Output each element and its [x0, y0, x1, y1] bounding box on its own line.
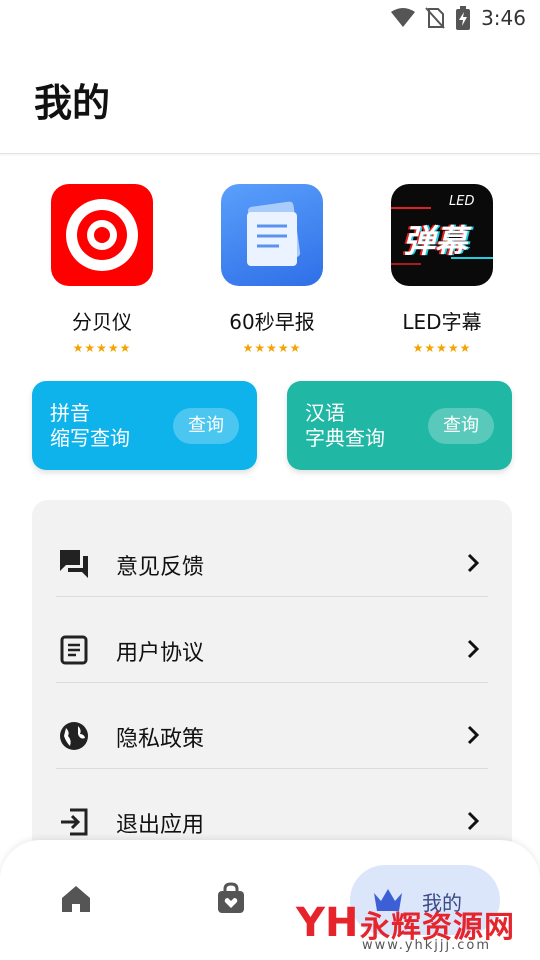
rating-stars: ★★★★★ — [242, 341, 302, 355]
app-name: 60秒早报 — [229, 310, 315, 334]
icon-text-main: 弹幕 — [403, 222, 468, 260]
globe-icon — [60, 722, 88, 750]
query-button[interactable]: 查询 — [173, 408, 239, 444]
menu-label: 意见反馈 — [116, 555, 205, 580]
status-bar: 3:46 — [0, 0, 540, 36]
menu-label: 退出应用 — [116, 813, 205, 838]
app-name: 分贝仪 — [72, 310, 132, 334]
shopping-bag-icon — [218, 882, 244, 913]
app-shortcuts: 分贝仪 ★★★★★ 60秒早报 ★★★★★ LED 弹幕 LED字幕 ★★★★★ — [0, 184, 540, 355]
tab-home[interactable] — [60, 884, 92, 918]
app-decibel-meter[interactable]: 分贝仪 ★★★★★ — [32, 184, 172, 355]
watermark-logo-text: YH — [296, 900, 359, 946]
battery-charging-icon — [456, 6, 471, 30]
menu-item-feedback[interactable]: 意见反馈 — [32, 510, 512, 596]
page-title: 我的 — [34, 81, 111, 125]
exit-icon — [61, 808, 88, 836]
chevron-right-icon — [467, 639, 480, 659]
document-list-icon — [60, 635, 88, 665]
watermark: YH 永辉资源网 www.yhkjjj.com — [296, 900, 536, 956]
app-name: LED字幕 — [402, 310, 482, 334]
card-title: 拼音 缩写查询 — [50, 401, 130, 451]
watermark-url: www.yhkjjj.com — [362, 938, 492, 953]
card-title: 汉语 字典查询 — [305, 401, 385, 451]
menu-item-privacy-policy[interactable]: 隐私政策 — [32, 682, 512, 768]
menu-label: 用户协议 — [116, 641, 205, 666]
status-icons: 3:46 — [391, 6, 526, 30]
app-led-subtitle[interactable]: LED 弹幕 LED字幕 ★★★★★ — [372, 184, 512, 355]
status-time: 3:46 — [481, 6, 526, 30]
query-button[interactable]: 查询 — [428, 408, 494, 444]
card-title-line1: 拼音 — [50, 401, 90, 425]
document-icon — [221, 184, 323, 286]
menu-label: 隐私政策 — [116, 727, 205, 752]
wifi-icon — [391, 8, 416, 27]
watermark-logo: YH — [296, 900, 359, 956]
target-icon — [51, 184, 153, 286]
card-title-line2: 字典查询 — [305, 426, 385, 450]
feedback-icon — [60, 550, 88, 578]
chinese-dictionary-card[interactable]: 汉语 字典查询 查询 — [287, 381, 512, 470]
tab-shop[interactable] — [216, 882, 246, 918]
menu-item-user-agreement[interactable]: 用户协议 — [32, 596, 512, 682]
chevron-right-icon — [467, 553, 480, 573]
home-icon — [62, 886, 90, 912]
pinyin-abbreviation-card[interactable]: 拼音 缩写查询 查询 — [32, 381, 257, 470]
led-danmu-icon: LED 弹幕 — [391, 184, 493, 286]
app-60s-news[interactable]: 60秒早报 ★★★★★ — [202, 184, 342, 355]
chevron-right-icon — [467, 725, 480, 745]
rating-stars: ★★★★★ — [72, 341, 132, 355]
no-sim-icon — [425, 7, 445, 29]
header: 我的 — [0, 36, 540, 154]
chevron-right-icon — [467, 811, 480, 831]
rating-stars: ★★★★★ — [412, 341, 472, 355]
card-title-line2: 缩写查询 — [50, 426, 130, 450]
icon-text-top: LED — [449, 194, 475, 209]
card-title-line1: 汉语 — [305, 401, 345, 425]
